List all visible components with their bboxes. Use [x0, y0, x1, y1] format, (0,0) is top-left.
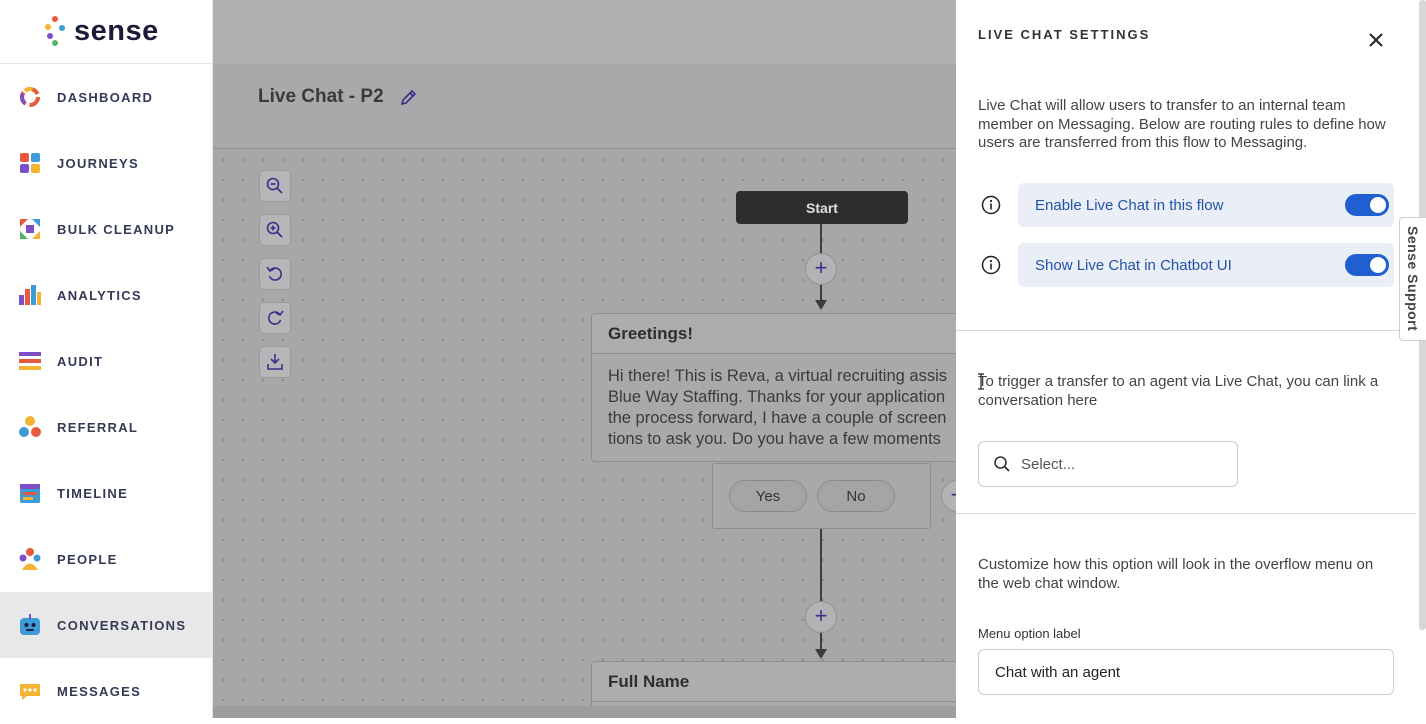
sidebar: sense DASHBOARD JOURNEYS BULK CLEANUP AN… — [0, 0, 213, 718]
sidebar-item-conversations[interactable]: CONVERSATIONS — [0, 592, 213, 658]
card-title: Full Name — [592, 662, 956, 702]
sidebar-item-label: PEOPLE — [57, 551, 118, 567]
close-icon — [1369, 33, 1383, 47]
redo-icon — [268, 310, 284, 325]
sidebar-item-label: MESSAGES — [57, 683, 142, 699]
card-body: Hi there! This is Reva, a virtual recrui… — [592, 354, 956, 461]
sidebar-item-label: REFERRAL — [57, 419, 139, 435]
sidebar-item-label: TIMELINE — [57, 485, 129, 501]
sidebar-item-label: CONVERSATIONS — [57, 617, 187, 633]
arrow-down-icon — [815, 300, 827, 310]
enable-live-chat-toggle[interactable] — [1345, 194, 1389, 216]
sidebar-item-messages[interactable]: MESSAGES — [0, 658, 213, 724]
people-group-icon — [18, 547, 42, 571]
section-divider — [956, 330, 1416, 331]
dashboard-ring-icon — [18, 85, 42, 109]
toggle-label: Enable Live Chat in this flow — [1035, 196, 1224, 214]
sidebar-item-label: BULK CLEANUP — [57, 221, 176, 237]
referral-people-icon — [18, 415, 42, 439]
sidebar-item-dashboard[interactable]: DASHBOARD — [0, 64, 213, 130]
journeys-grid-icon — [18, 151, 42, 175]
messages-bubble-icon — [18, 679, 42, 703]
analytics-bars-icon — [18, 283, 42, 307]
download-button[interactable] — [259, 346, 291, 378]
card-title: Greetings! — [592, 314, 956, 354]
toggle-label: Show Live Chat in Chatbot UI — [1035, 256, 1232, 274]
info-icon[interactable] — [981, 195, 1001, 215]
close-button[interactable] — [1366, 30, 1386, 50]
sidebar-item-label: JOURNEYS — [57, 155, 139, 171]
card-line: tions to ask you. Do you have a few mome… — [608, 430, 941, 448]
intro-text: Live Chat will allow users to transfer t… — [978, 97, 1386, 151]
card-line: Hi there! This is Reva, a virtual recrui… — [608, 367, 947, 385]
sense-logo[interactable]: sense — [44, 14, 159, 48]
logo-dots-icon — [44, 15, 66, 47]
download-icon — [267, 354, 283, 370]
undo-icon — [266, 266, 282, 281]
show-live-chat-row: Show Live Chat in Chatbot UI — [1018, 243, 1394, 287]
sidebar-item-referral[interactable]: REFERRAL — [0, 394, 213, 460]
sidebar-item-bulk-cleanup[interactable]: BULK CLEANUP — [0, 196, 213, 262]
zoom-in-button[interactable] — [259, 214, 291, 246]
timeline-calendar-icon — [18, 481, 42, 505]
live-chat-settings-panel: LIVE CHAT SETTINGS Live Chat will allow … — [956, 0, 1426, 718]
sidebar-item-people[interactable]: PEOPLE — [0, 526, 213, 592]
bottom-bar — [213, 706, 956, 718]
redo-button[interactable] — [259, 302, 291, 334]
choice-yes[interactable]: Yes — [729, 480, 807, 512]
sense-support-tab[interactable]: Sense Support — [1399, 217, 1426, 341]
add-step-button[interactable]: + — [805, 253, 837, 285]
choice-no[interactable]: No — [817, 480, 895, 512]
edit-pencil-icon[interactable] — [399, 87, 419, 107]
info-icon[interactable] — [981, 255, 1001, 275]
zoom-out-button[interactable] — [259, 170, 291, 202]
sidebar-item-label: AUDIT — [57, 353, 104, 369]
greeting-card[interactable]: Greetings! Hi there! This is Reva, a vir… — [591, 313, 956, 462]
arrow-down-icon — [815, 649, 827, 659]
add-step-button[interactable]: + — [805, 601, 837, 633]
conversation-select[interactable]: Select... — [978, 441, 1238, 487]
top-bar — [213, 0, 956, 64]
zoom-in-icon — [266, 221, 283, 238]
card-line: the process forward, I have a couple of … — [608, 409, 947, 427]
audit-list-icon — [18, 349, 42, 373]
section-divider — [956, 513, 1416, 514]
flow-title: Live Chat - P2 — [258, 86, 384, 107]
undo-button[interactable] — [259, 258, 291, 290]
support-label: Sense Support — [1405, 226, 1421, 332]
card-line: Blue Way Staffing. Thanks for your appli… — [608, 388, 946, 406]
sidebar-item-analytics[interactable]: ANALYTICS — [0, 262, 213, 328]
zoom-out-icon — [266, 177, 283, 194]
select-placeholder: Select... — [1021, 455, 1076, 473]
conversations-bot-icon — [18, 613, 42, 637]
sidebar-item-label: DASHBOARD — [57, 89, 154, 105]
menu-option-input[interactable] — [978, 649, 1394, 695]
bulk-cleanup-arrows-icon — [18, 217, 42, 241]
panel-title: LIVE CHAT SETTINGS — [978, 27, 1151, 42]
sidebar-item-label: ANALYTICS — [57, 287, 142, 303]
menu-option-label: Menu option label — [978, 626, 1081, 641]
sidebar-item-journeys[interactable]: JOURNEYS — [0, 130, 213, 196]
sidebar-item-audit[interactable]: AUDIT — [0, 328, 213, 394]
sidebar-item-timeline[interactable]: TIMELINE — [0, 460, 213, 526]
trigger-text: To trigger a transfer to an agent via Li… — [978, 373, 1379, 409]
start-node[interactable]: Start — [736, 191, 908, 224]
customize-text: Customize how this option will look in t… — [978, 556, 1374, 592]
text-cursor-icon — [977, 373, 985, 390]
search-icon — [994, 456, 1010, 472]
enable-live-chat-row: Enable Live Chat in this flow — [1018, 183, 1394, 227]
brand-name: sense — [74, 14, 159, 47]
flow-editor: Live Chat - P2 Start + Greetings! Hi the… — [213, 0, 956, 718]
show-live-chat-toggle[interactable] — [1345, 254, 1389, 276]
